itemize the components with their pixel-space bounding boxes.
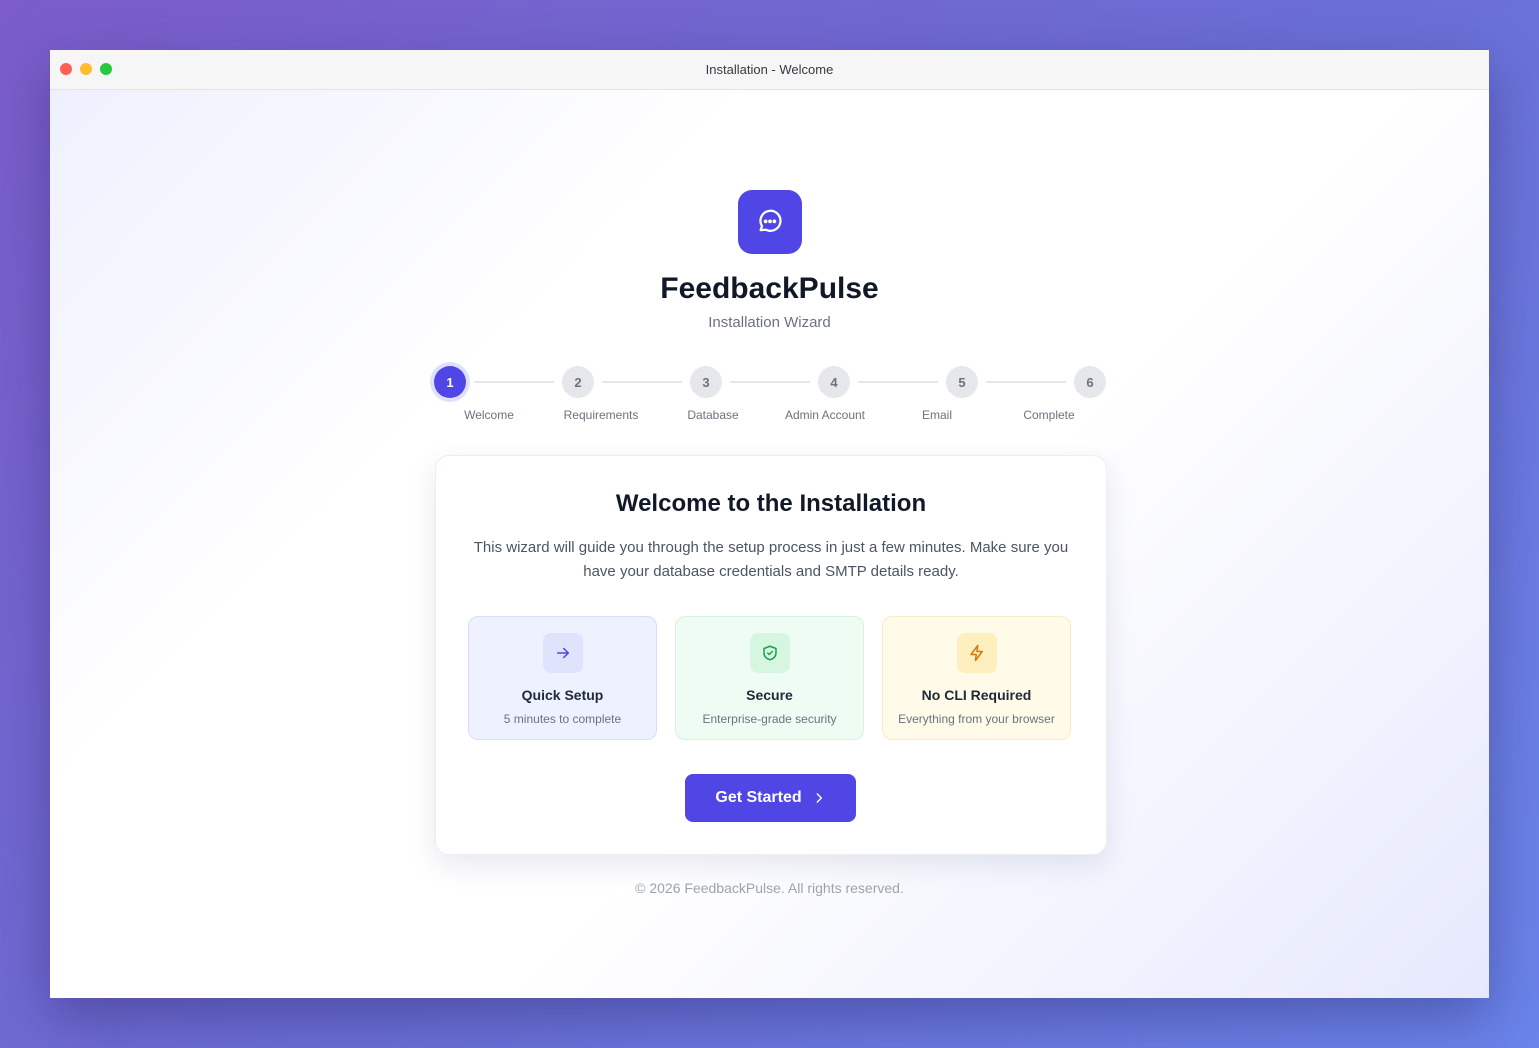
feature-icon-box: [543, 633, 583, 673]
feature-quick-setup: Quick Setup 5 minutes to complete: [468, 616, 657, 740]
step-4-label: Admin Account: [784, 408, 866, 422]
card-description: This wizard will guide you through the s…: [473, 539, 1069, 580]
chat-bubble-icon: [759, 209, 782, 232]
feature-subtitle: Enterprise-grade security: [702, 712, 837, 726]
step-connector: [858, 381, 938, 383]
feature-title: No CLI Required: [921, 687, 1032, 703]
app-logo: [738, 190, 802, 254]
get-started-label: Get Started: [715, 789, 802, 806]
wizard-stepper: 1 2 3 4 5 6 Welcome Requirements Databas…: [50, 366, 1489, 426]
step-5-label: Email: [921, 408, 952, 422]
step-connector: [986, 381, 1066, 383]
feature-icon-box: [750, 633, 790, 673]
step-2-label: Requirements: [563, 408, 639, 422]
step-5-circle[interactable]: 5: [946, 366, 978, 398]
app-subtitle: Installation Wizard: [708, 314, 831, 331]
feature-icon-box: [957, 633, 997, 673]
chevron-right-icon: [816, 793, 822, 803]
step-connector: [730, 381, 810, 383]
welcome-card: Welcome to the Installation This wizard …: [435, 455, 1107, 855]
feature-secure: Secure Enterprise-grade security: [675, 616, 864, 740]
step-1-label: Welcome: [464, 408, 514, 422]
step-connector: [602, 381, 682, 383]
get-started-button[interactable]: Get Started: [685, 774, 856, 822]
step-6-circle[interactable]: 6: [1074, 366, 1106, 398]
feature-subtitle: 5 minutes to complete: [503, 712, 622, 726]
step-3-circle[interactable]: 3: [690, 366, 722, 398]
step-connector: [474, 381, 554, 383]
card-title: Welcome to the Installation: [615, 490, 927, 517]
step-1-circle[interactable]: 1: [434, 366, 466, 398]
footer-copyright: © 2026 FeedbackPulse. All rights reserve…: [635, 880, 904, 896]
app-name: FeedbackPulse: [660, 272, 879, 305]
step-4-circle[interactable]: 4: [818, 366, 850, 398]
feature-no-cli: No CLI Required Everything from your bro…: [882, 616, 1071, 740]
title-bar: Installation - Welcome: [50, 50, 1489, 90]
step-3-label: Database: [687, 408, 739, 422]
feature-title: Secure: [746, 687, 793, 703]
window-title: Installation - Welcome: [705, 62, 834, 77]
shield-check-icon: [763, 645, 777, 661]
step-6-label: Complete: [1023, 408, 1075, 422]
app-window: Installation - Welcome FeedbackPulse Ins…: [50, 50, 1489, 998]
lightning-icon: [970, 644, 983, 662]
step-2-circle[interactable]: 2: [562, 366, 594, 398]
feature-subtitle: Everything from your browser: [898, 712, 1055, 726]
wizard-page: FeedbackPulse Installation Wizard 1 2 3 …: [50, 90, 1489, 998]
feature-title: Quick Setup: [521, 687, 604, 703]
arrow-right-icon: [557, 647, 569, 659]
